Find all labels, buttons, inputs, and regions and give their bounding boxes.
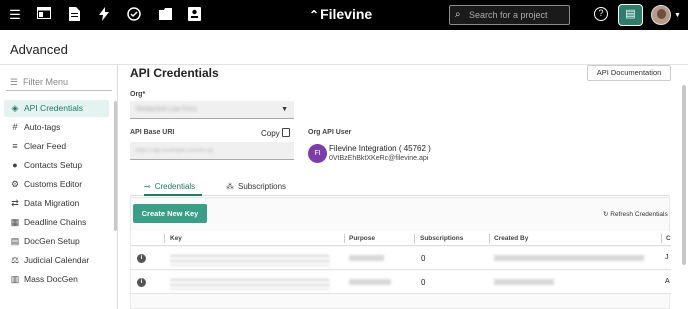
- search-icon: ⌕: [455, 9, 461, 20]
- sidebar-item-customs-editor[interactable]: ⚙ Customs Editor: [4, 176, 109, 193]
- org-select[interactable]: Redacted Law Firm ▼: [130, 101, 294, 119]
- sidebar-item-clear-feed[interactable]: ≡ Clear Feed: [4, 138, 109, 155]
- filter-menu-input[interactable]: ☰ Filter Menu: [6, 74, 112, 91]
- sidebar-item-contacts-setup[interactable]: ● Contacts Setup: [4, 157, 109, 174]
- api-user-email: 0VtBzEhBktXKeRc@filevine.api: [329, 155, 429, 162]
- sidebar-item-mass-docgen[interactable]: ▥ Mass DocGen: [4, 271, 109, 288]
- tab-bar: ⊸ Credentials ⁂ Subscriptions: [130, 179, 670, 196]
- dropdown-arrow-icon: ▼: [281, 106, 288, 113]
- contacts-icon[interactable]: [186, 7, 202, 23]
- calendar-icon: ▦: [10, 217, 20, 227]
- create-new-key-button[interactable]: Create New Key: [133, 204, 207, 223]
- folder-icon[interactable]: [157, 7, 173, 23]
- chat-icon[interactable]: ▤: [618, 4, 643, 26]
- sidebar-item-data-migration[interactable]: ⇄ Data Migration: [4, 195, 109, 212]
- sidebar-item-docgen-setup[interactable]: ▤ DocGen Setup: [4, 233, 109, 250]
- column-header-c[interactable]: C: [666, 231, 671, 246]
- api-base-uri-label: API Base URI: [130, 129, 175, 136]
- column-separator: [414, 234, 415, 243]
- credentials-card: Create New Key ↻ Refresh Credentials Key…: [130, 197, 671, 309]
- search-input[interactable]: ⌕ Search for a project: [449, 5, 570, 25]
- org-label: Org*: [130, 91, 146, 98]
- table-row[interactable]: i 0 J: [131, 247, 671, 270]
- column-header-key[interactable]: Key: [170, 231, 182, 246]
- table-row[interactable]: i 0 A: [131, 271, 671, 294]
- top-bar: ☰ ⌃Filevine ⌕ Search for a project ? ▤ ▼: [0, 0, 688, 30]
- key-cell-redacted: [170, 276, 330, 290]
- main-content: API Credentials API Documentation Org* R…: [119, 65, 688, 309]
- sidebar-scrollbar[interactable]: [114, 101, 117, 231]
- purpose-cell-redacted: [349, 255, 384, 261]
- column-separator: [164, 234, 165, 243]
- migration-icon: ⇄: [11, 198, 19, 208]
- document-icon[interactable]: [66, 7, 82, 23]
- api-base-uri-field[interactable]: https://api.example.com/fv-sp: [130, 142, 294, 160]
- help-icon[interactable]: ?: [594, 7, 608, 21]
- menu-icon[interactable]: ☰: [7, 7, 23, 23]
- created-by-cell-redacted: [494, 279, 554, 285]
- api-user-avatar: FI: [308, 144, 327, 163]
- document-icon: ▤: [10, 236, 20, 246]
- hash-icon: #: [12, 122, 18, 132]
- key-cell-redacted: [170, 252, 330, 266]
- person-icon: ●: [12, 160, 18, 170]
- copy-button[interactable]: Copy: [261, 128, 290, 138]
- sidebar: ☰ Filter Menu ◈ API Credentials # Auto-t…: [0, 65, 118, 309]
- refresh-credentials-button[interactable]: ↻ Refresh Credentials: [603, 210, 668, 218]
- sidebar-item-judicial-calendar[interactable]: ⚖ Judicial Calendar: [4, 252, 109, 269]
- tab-subscriptions[interactable]: ⁂ Subscriptions: [226, 179, 294, 196]
- stack-icon: ▥: [10, 274, 20, 284]
- org-api-user-label: Org API User: [308, 129, 352, 136]
- api-documentation-button[interactable]: API Documentation: [587, 65, 671, 81]
- sidebar-item-auto-tags[interactable]: # Auto-tags: [4, 119, 109, 136]
- api-icon: ◈: [11, 103, 19, 113]
- gavel-icon: ⚖: [10, 255, 20, 265]
- subscriptions-cell: 0: [421, 278, 426, 287]
- user-avatar[interactable]: [651, 5, 671, 25]
- info-icon[interactable]: i: [137, 278, 146, 287]
- check-circle-icon[interactable]: [126, 7, 142, 23]
- column-header-created-by[interactable]: Created By: [494, 231, 528, 246]
- column-separator: [489, 234, 490, 243]
- dashboard-icon[interactable]: [36, 7, 52, 23]
- main-scrollbar[interactable]: [682, 85, 686, 265]
- column-header-purpose[interactable]: Purpose: [349, 231, 375, 246]
- filevine-logo[interactable]: ⌃Filevine: [309, 6, 372, 22]
- api-user-name: Filevine Integration ( 45762 ): [329, 144, 431, 153]
- clipped-cell: A: [665, 278, 670, 285]
- filter-icon: ☰: [10, 77, 19, 87]
- column-separator: [661, 234, 662, 243]
- chevron-down-icon[interactable]: ▼: [674, 12, 681, 19]
- column-separator: [344, 234, 345, 243]
- tab-credentials[interactable]: ⊸ Credentials: [144, 179, 202, 196]
- copy-icon: [281, 128, 290, 137]
- lightning-icon[interactable]: [96, 7, 112, 23]
- created-by-cell-redacted: [494, 255, 644, 261]
- column-header-subscriptions[interactable]: Subscriptions: [420, 231, 463, 246]
- section-title: API Credentials: [130, 66, 219, 80]
- clipped-cell: J: [665, 254, 669, 261]
- page-title: Advanced: [10, 42, 68, 57]
- subscriptions-cell: 0: [421, 254, 426, 263]
- purpose-cell-redacted: [349, 279, 391, 285]
- table-header: Key Purpose Subscriptions Created By C: [131, 231, 671, 246]
- info-icon[interactable]: i: [137, 254, 146, 263]
- clear-feed-icon: ≡: [12, 141, 18, 151]
- subscriptions-icon: ⁂: [226, 182, 234, 191]
- sidebar-item-deadline-chains[interactable]: ▦ Deadline Chains: [4, 214, 109, 231]
- gear-icon: ⚙: [10, 179, 20, 189]
- key-icon: ⊸: [144, 182, 151, 191]
- sidebar-item-api-credentials[interactable]: ◈ API Credentials: [4, 100, 109, 117]
